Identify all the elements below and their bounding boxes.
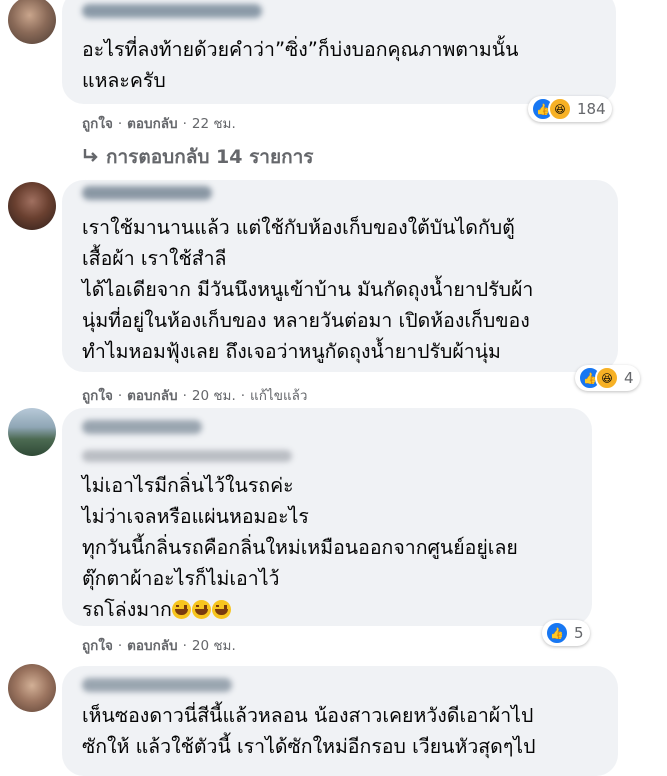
reply-link[interactable]: ตอบกลับ [127,638,177,654]
timestamp[interactable]: 20 ชม. [192,638,236,654]
comment-text: เห็นซองดาวนี่สีนี้แล้วหลอน น้องสาวเคยหวั… [82,704,536,758]
comment-actions: ถูกใจ · ตอบกลับ · 20 ชม. [82,638,236,654]
timestamp[interactable]: 20 ชม. [192,388,236,404]
commenter-avatar[interactable] [8,0,56,44]
like-link[interactable]: ถูกใจ [82,638,113,654]
like-thumb-icon: 👍 [545,621,569,645]
reaction-count: 184 [577,100,606,118]
comment-text: อะไรที่ลงท้ายด้วยคำว่า”ซิ่ง”ก็บ่งบอกคุณภ… [82,38,519,92]
commenter-avatar[interactable] [8,408,56,456]
timestamp[interactable]: 22 ชม. [192,116,236,132]
reply-arrow-icon [83,149,98,162]
reaction-summary[interactable]: 👍 5 [542,620,590,646]
comment-text: เราใช้มานานแล้ว แต่ใช้กับห้องเก็บของใต้บ… [82,216,534,363]
replies-count-label: การตอบกลับ 14 รายการ [106,146,314,168]
comment-bubble: อะไรที่ลงท้ายด้วยคำว่า”ซิ่ง”ก็บ่งบอกคุณภ… [62,0,616,104]
view-replies-link[interactable]: การตอบกลับ 14 รายการ [82,142,313,172]
comment-bubble: เราใช้มานานแล้ว แต่ใช้กับห้องเก็บของใต้บ… [62,180,618,372]
like-link[interactable]: ถูกใจ [82,388,113,404]
commenter-avatar[interactable] [8,664,56,712]
comment-text: ไม่เอาไรมีกลิ่นไว้ในรถค่ะ ไม่ว่าเจลหรือแ… [82,474,518,621]
reply-link[interactable]: ตอบกลับ [127,116,177,132]
comment-bubble: ไม่เอาไรมีกลิ่นไว้ในรถค่ะ ไม่ว่าเจลหรือแ… [62,408,592,626]
commenter-subtitle-redacted [82,450,292,462]
comment-actions: ถูกใจ · ตอบกลับ · 20 ชม. · แก้ไขแล้ว [82,388,308,404]
reply-link[interactable]: ตอบกลับ [127,388,177,404]
commenter-avatar[interactable] [8,182,56,230]
commenter-name-redacted[interactable] [82,186,212,200]
commenter-name-redacted[interactable] [82,678,232,692]
like-link[interactable]: ถูกใจ [82,116,113,132]
comment-actions: ถูกใจ · ตอบกลับ · 22 ชม. [82,116,236,132]
reaction-count: 4 [624,369,634,387]
haha-laugh-icon: 😆 [595,366,619,390]
haha-laugh-icon: 😆 [548,97,572,121]
edited-label[interactable]: แก้ไขแล้ว [250,388,307,404]
reaction-count: 5 [574,624,584,642]
commenter-name-redacted[interactable] [82,420,202,434]
reaction-summary[interactable]: 👍 😆 184 [528,96,612,122]
reaction-summary[interactable]: 👍 😆 4 [575,365,640,391]
comment-bubble: เห็นซองดาวนี่สีนี้แล้วหลอน น้องสาวเคยหวั… [62,666,618,776]
commenter-name-redacted[interactable] [82,4,262,18]
grinning-sweat-emoji-icon [171,598,232,621]
